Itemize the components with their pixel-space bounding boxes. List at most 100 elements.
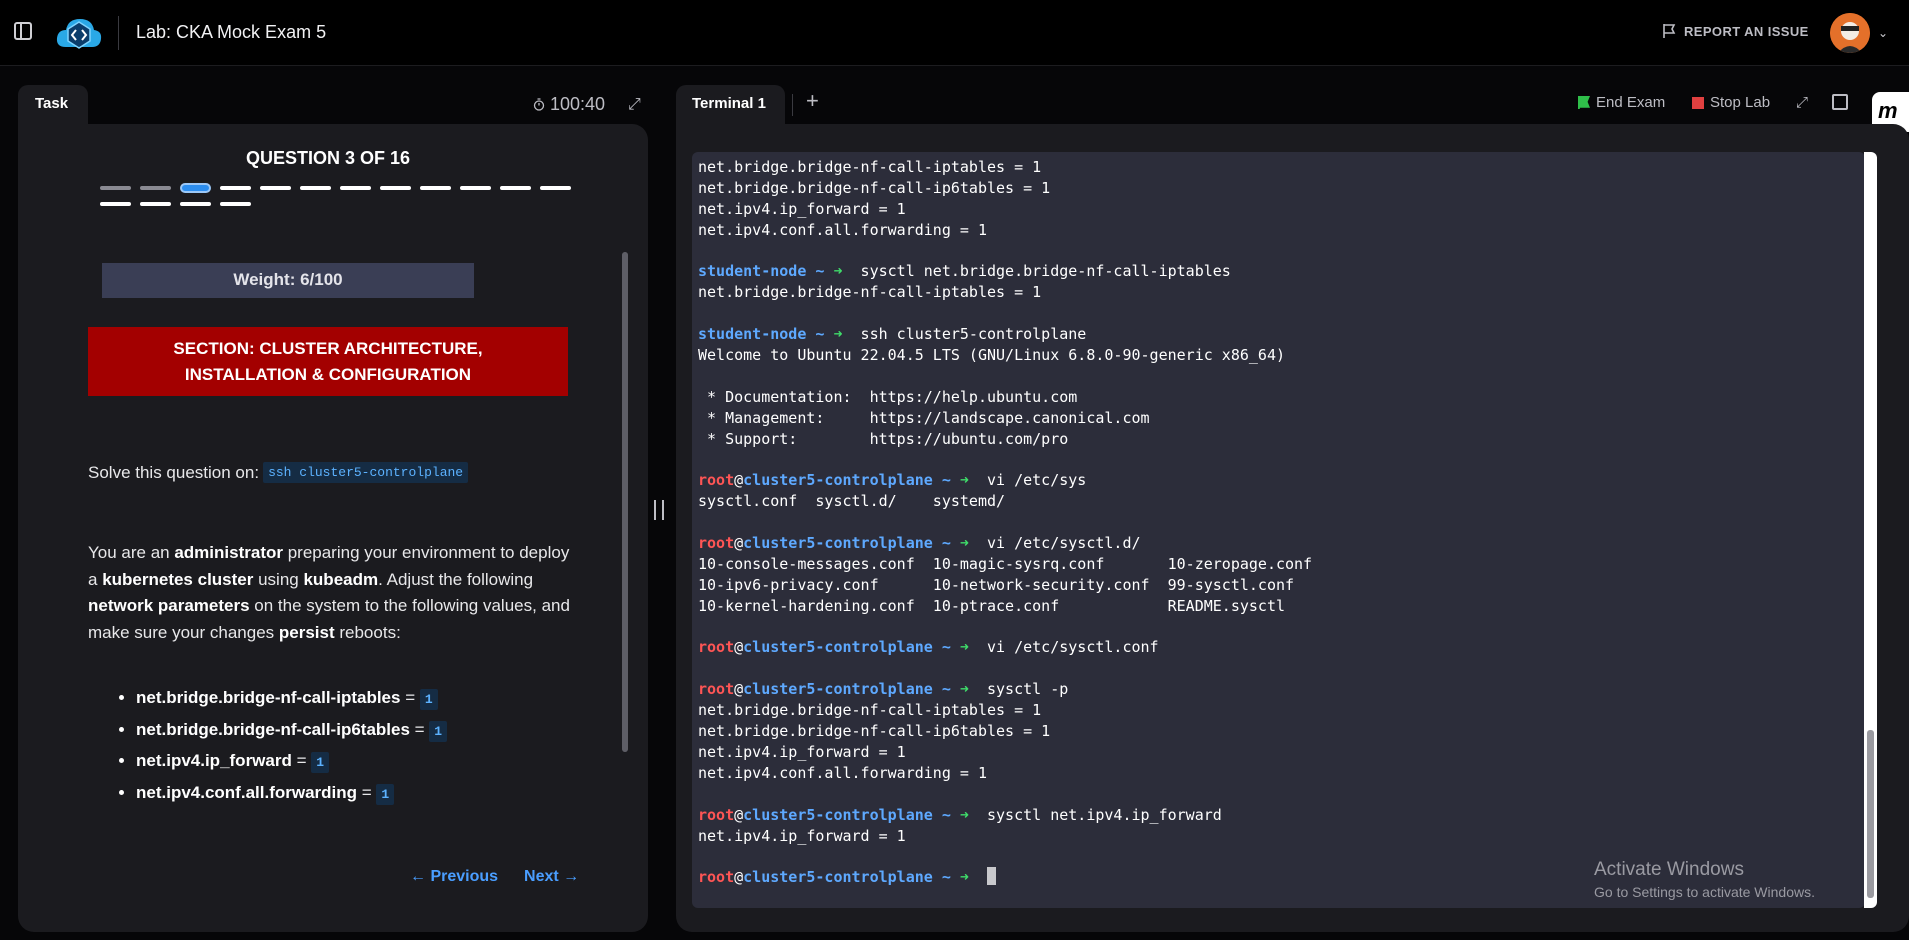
question-title: QUESTION 3 OF 16 xyxy=(245,148,411,168)
progress-step-6[interactable] xyxy=(300,186,331,190)
report-issue-button[interactable]: REPORT AN ISSUE xyxy=(1662,23,1809,39)
prompt-root: root xyxy=(698,680,735,699)
progress-step-9[interactable] xyxy=(420,186,451,190)
progress-step-16[interactable] xyxy=(220,202,251,206)
prompt-host: cluster5-controlplane xyxy=(743,638,933,657)
expand-icon[interactable]: ⤢ xyxy=(1796,94,1808,111)
desc-bold: network parameters xyxy=(88,596,250,615)
prompt-at: @ xyxy=(734,638,744,657)
prompt-arrow: ➜ xyxy=(959,638,978,657)
avatar[interactable] xyxy=(1830,13,1870,53)
prompt-arrow: ➜ xyxy=(959,868,978,887)
prompt-tilde: ~ xyxy=(932,534,960,553)
progress-step-4[interactable] xyxy=(220,186,251,190)
param-eq: = xyxy=(400,688,420,707)
prompt-tilde: ~ xyxy=(932,868,960,887)
progress-step-1[interactable] xyxy=(100,186,131,190)
command-text: vi /etc/sysctl.conf xyxy=(977,638,1159,657)
progress-step-12[interactable] xyxy=(540,186,571,190)
exam-timer: 100:40 xyxy=(533,94,605,115)
command-text: ssh cluster5-controlplane xyxy=(851,325,1087,344)
terminal-line: net.ipv4.conf.all.forwarding = 1 xyxy=(698,220,1848,241)
param-eq: = xyxy=(291,751,312,770)
progress-step-11[interactable] xyxy=(500,186,531,190)
prompt-host: cluster5-controlplane xyxy=(743,805,933,824)
solve-command[interactable]: ssh cluster5-controlplane xyxy=(263,462,469,483)
end-exam-button[interactable]: End Exam xyxy=(1578,94,1665,111)
output-text: net.ipv4.ip_forward = 1 xyxy=(698,742,906,761)
open-external-icon[interactable] xyxy=(1832,94,1848,110)
terminal-line: 10-kernel-hardening.conf 10-ptrace.conf … xyxy=(698,596,1848,617)
chevron-down-icon[interactable]: ⌄ xyxy=(1878,26,1888,40)
weight-badge: Weight: 6/100 xyxy=(102,263,474,298)
progress-step-7[interactable] xyxy=(340,186,371,190)
output-text: Welcome to Ubuntu 22.04.5 LTS (GNU/Linux… xyxy=(698,346,1285,365)
progress-step-15[interactable] xyxy=(180,202,211,206)
stop-square-icon xyxy=(1692,96,1704,109)
terminal-line: student-node ~ ➜ sysctl net.bridge.bridg… xyxy=(698,261,1848,282)
progress-step-14[interactable] xyxy=(140,202,171,206)
sidebar-toggle-icon[interactable] xyxy=(14,22,32,40)
progress-step-2[interactable] xyxy=(140,186,171,190)
terminal-line: student-node ~ ➜ ssh cluster5-controlpla… xyxy=(698,324,1848,345)
terminal-line: 10-ipv6-privacy.conf 10-network-security… xyxy=(698,575,1848,596)
prompt-host: cluster5-controlplane xyxy=(743,868,933,887)
lab-title: Lab: CKA Mock Exam 5 xyxy=(136,22,327,42)
progress-step-10[interactable] xyxy=(460,186,491,190)
progress-step-8[interactable] xyxy=(380,186,411,190)
output-text: sysctl.conf sysctl.d/ systemd/ xyxy=(698,492,1006,511)
tab-divider xyxy=(792,94,793,116)
tab-terminal-1[interactable]: Terminal 1 xyxy=(676,85,785,125)
next-button[interactable]: Next → xyxy=(524,868,579,886)
tab-task[interactable]: Task xyxy=(18,85,88,125)
terminal-output[interactable]: net.bridge.bridge-nf-call-iptables = 1 ne… xyxy=(698,157,1848,888)
prompt-root: root xyxy=(698,471,735,490)
prompt-root: root xyxy=(698,534,735,553)
task-scroll-thumb[interactable] xyxy=(622,252,628,752)
task-scrollbar[interactable] xyxy=(622,252,628,752)
prompt-at: @ xyxy=(734,868,744,887)
terminal-line: net.ipv4.ip_forward = 1 xyxy=(698,742,1848,763)
terminal-line: net.bridge.bridge-nf-call-iptables = 1 xyxy=(698,157,1848,178)
desc-text: You are an xyxy=(88,543,175,562)
desc-bold: kubernetes cluster xyxy=(102,569,254,589)
terminal-line: net.bridge.bridge-nf-call-iptables = 1 xyxy=(698,282,1848,303)
previous-button[interactable]: ← Previous xyxy=(410,868,498,886)
output-text: 10-kernel-hardening.conf 10-ptrace.conf … xyxy=(698,596,1285,615)
next-label: Next xyxy=(524,868,559,885)
terminal-scroll-thumb[interactable] xyxy=(1867,730,1874,898)
stopwatch-icon xyxy=(533,98,545,111)
progress-step-5[interactable] xyxy=(260,186,291,190)
prompt-at: @ xyxy=(734,805,744,824)
top-bar: Lab: CKA Mock Exam 5 REPORT AN ISSUE ⌄ xyxy=(0,0,1909,66)
prompt-host: cluster5-controlplane xyxy=(743,534,933,553)
expand-icon[interactable]: ⤢ xyxy=(628,96,641,114)
param-item: net.ipv4.conf.all.forwarding = 1 xyxy=(136,783,447,815)
prompt-arrow: ➜ xyxy=(959,680,978,699)
output-text: net.bridge.bridge-nf-call-ip6tables = 1 xyxy=(698,178,1051,197)
terminal-line: net.ipv4.ip_forward = 1 xyxy=(698,199,1848,220)
prompt-at: @ xyxy=(734,471,744,490)
panel-resize-handle[interactable] xyxy=(654,500,664,520)
progress-step-3[interactable] xyxy=(180,183,211,193)
prompt-host: cluster5-controlplane xyxy=(743,471,933,490)
prompt-tilde: ~ xyxy=(932,638,960,657)
terminal-line: 10-console-messages.conf 10-magic-sysrq.… xyxy=(698,554,1848,575)
watermark-subtitle: Go to Settings to activate Windows. xyxy=(1594,884,1815,900)
param-item: net.bridge.bridge-nf-call-ip6tables = 1 xyxy=(136,720,448,752)
prompt-root: root xyxy=(698,805,735,824)
desc-bold: persist xyxy=(278,622,335,642)
progress-step-13[interactable] xyxy=(100,202,131,206)
terminal-line: sysctl.conf sysctl.d/ systemd/ xyxy=(698,491,1848,512)
prompt-host: cluster5-controlplane xyxy=(743,680,933,699)
flag-icon xyxy=(1663,24,1676,38)
prompt-arrow: ➜ xyxy=(959,471,978,490)
stop-lab-button[interactable]: Stop Lab xyxy=(1692,94,1770,111)
plus-icon[interactable]: + xyxy=(806,88,819,114)
terminal-scrollbar[interactable] xyxy=(1864,152,1877,908)
param-value: 1 xyxy=(376,783,395,805)
param-item: net.ipv4.ip_forward = 1 xyxy=(136,751,447,783)
prompt-user: student-node xyxy=(698,262,807,281)
output-text: net.bridge.bridge-nf-call-ip6tables = 1 xyxy=(698,722,1051,741)
